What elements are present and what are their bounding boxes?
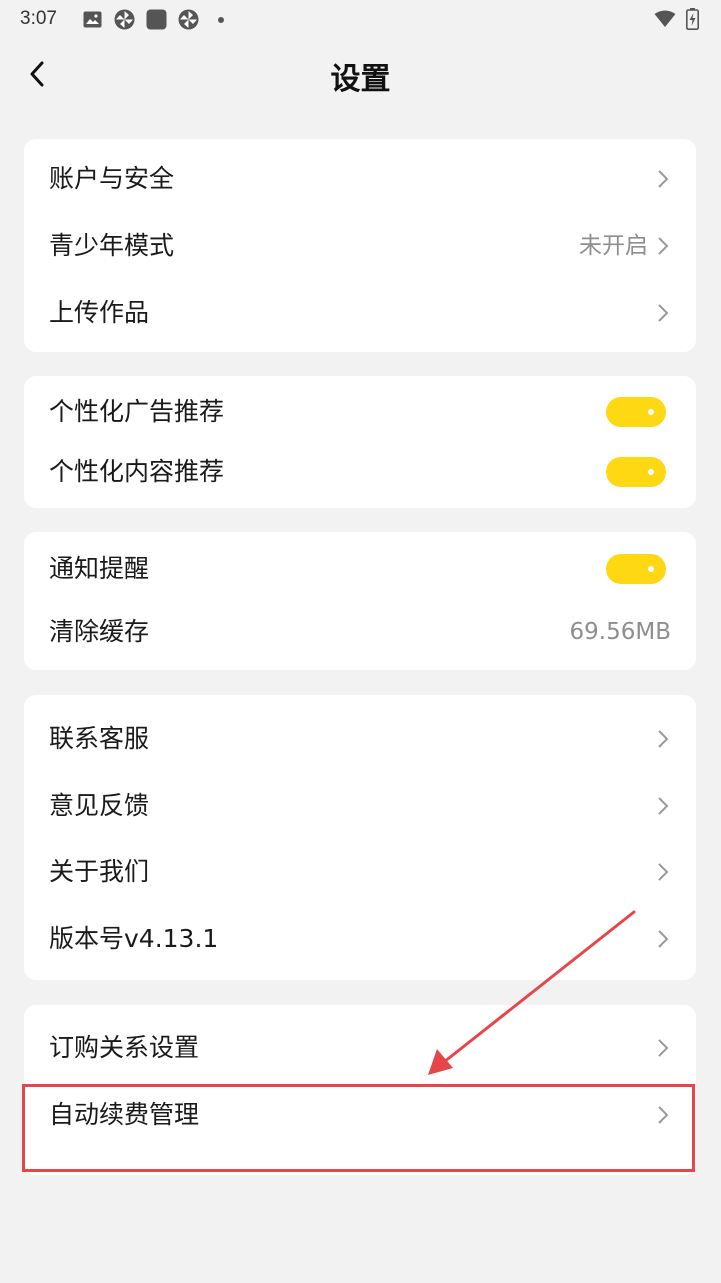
recommend-card: 个性化广告推荐 个性化内容推荐 — [24, 376, 696, 508]
teen-mode-row[interactable]: 青少年模式 未开启 — [24, 216, 696, 276]
personalized-content-toggle[interactable] — [606, 457, 666, 487]
row-label: 订购关系设置 — [49, 1033, 200, 1062]
personalized-ads-toggle[interactable] — [606, 397, 666, 427]
row-label: 意见反馈 — [49, 791, 150, 820]
page-title: 设置 — [330, 62, 391, 97]
pinwheel-icon — [178, 9, 199, 30]
subscription-settings-row[interactable]: 订购关系设置 — [24, 1018, 696, 1078]
battery-charging-icon — [686, 8, 699, 34]
upload-works-row[interactable]: 上传作品 — [24, 283, 696, 343]
notify-card: 通知提醒 清除缓存 69.56MB — [24, 532, 696, 670]
chevron-right-icon — [658, 930, 669, 948]
account-card: 账户与安全 青少年模式 未开启 上传作品 — [24, 139, 696, 352]
pinwheel-icon — [114, 9, 135, 30]
chevron-right-icon — [658, 863, 669, 881]
row-label: 账户与安全 — [49, 164, 175, 193]
system-icons — [654, 8, 699, 34]
chevron-right-icon — [658, 170, 669, 188]
cache-size: 69.56MB — [569, 619, 671, 645]
teen-mode-status: 未开启 — [579, 233, 648, 259]
chevron-right-icon — [658, 730, 669, 748]
chevron-right-icon — [658, 237, 669, 255]
notification-toggle[interactable] — [606, 554, 666, 584]
row-label: 关于我们 — [49, 857, 150, 886]
row-label: 联系客服 — [49, 724, 150, 753]
personalized-ads-row: 个性化广告推荐 — [24, 382, 696, 442]
auto-renew-row[interactable]: 自动续费管理 — [24, 1085, 696, 1145]
account-security-row[interactable]: 账户与安全 — [24, 149, 696, 209]
image-icon — [82, 9, 103, 30]
about-card: 联系客服 意见反馈 关于我们 版本号v4.13.1 — [24, 695, 696, 980]
row-label: 自动续费管理 — [49, 1100, 200, 1129]
subscription-card: 订购关系设置 自动续费管理 — [24, 1005, 696, 1175]
contact-service-row[interactable]: 联系客服 — [24, 709, 696, 769]
row-label: 通知提醒 — [49, 554, 150, 583]
chevron-right-icon — [658, 1106, 669, 1124]
row-label: 个性化广告推荐 — [49, 397, 225, 426]
row-label: 版本号v4.13.1 — [49, 924, 219, 953]
chevron-right-icon — [658, 797, 669, 815]
row-label: 清除缓存 — [49, 617, 150, 646]
about-us-row[interactable]: 关于我们 — [24, 842, 696, 902]
row-label: 青少年模式 — [49, 231, 175, 260]
notification-icons — [82, 9, 231, 30]
chevron-right-icon — [658, 1039, 669, 1057]
personalized-content-row: 个性化内容推荐 — [24, 442, 696, 502]
feedback-row[interactable]: 意见反馈 — [24, 776, 696, 836]
chevron-right-icon — [658, 304, 669, 322]
wifi-icon — [654, 10, 676, 32]
row-label: 上传作品 — [49, 298, 150, 327]
nav-bar: 设置 — [0, 40, 721, 110]
dot-icon — [210, 9, 231, 30]
status-time: 3:07 — [20, 8, 57, 29]
notification-row: 通知提醒 — [24, 539, 696, 599]
square-app-icon — [146, 9, 167, 30]
row-label: 个性化内容推荐 — [49, 457, 225, 486]
version-row[interactable]: 版本号v4.13.1 — [24, 909, 696, 969]
clear-cache-row[interactable]: 清除缓存 69.56MB — [24, 602, 696, 662]
status-bar: 3:07 — [0, 0, 721, 40]
